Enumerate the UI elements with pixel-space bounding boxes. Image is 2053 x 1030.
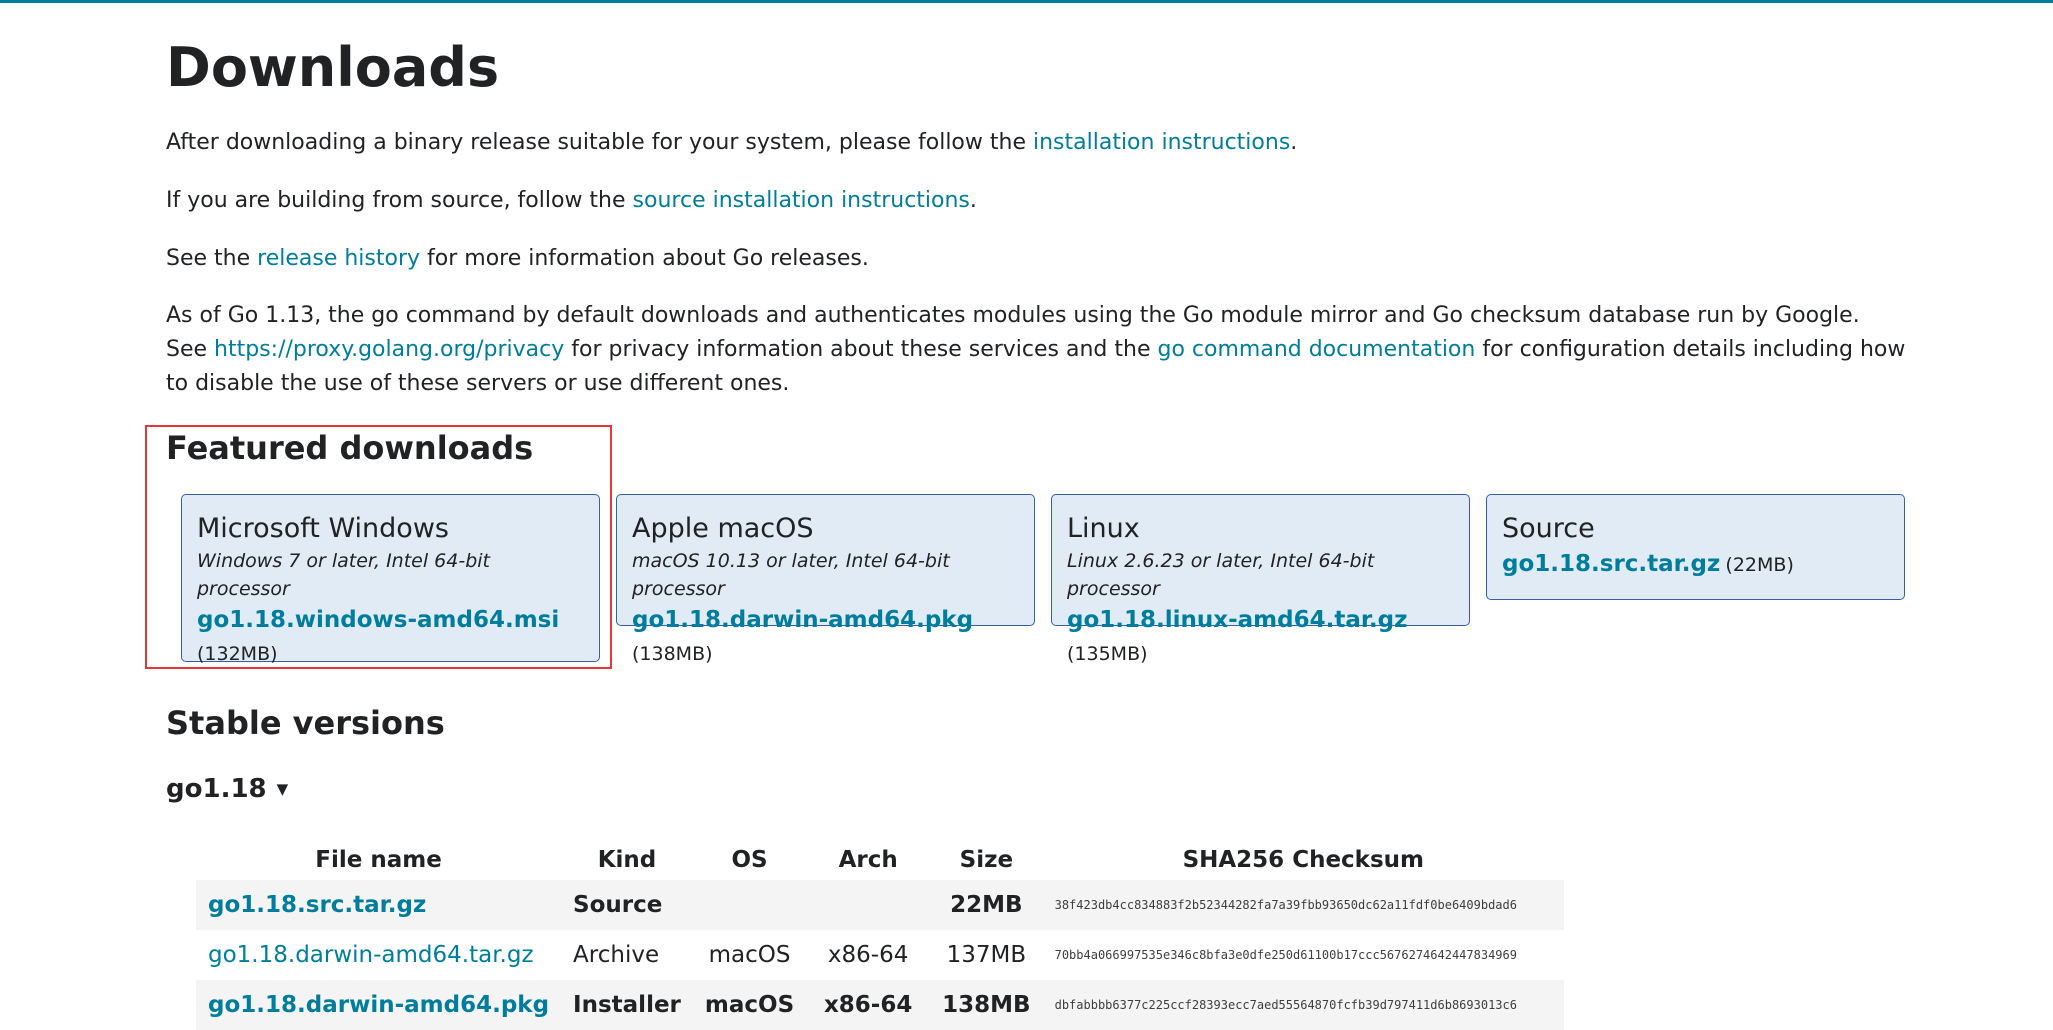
column-header-os: OS — [731, 847, 768, 873]
table-row: go1.18.darwin-amd64.tar.gz Archive macOS… — [196, 930, 1564, 980]
size-cell: 22MB — [930, 880, 1043, 930]
downloads-table: File name Kind OS Arch Size SHA256 Check… — [196, 840, 1564, 1030]
file-name-cell: go1.18.darwin-amd64.pkg — [196, 980, 562, 1030]
featured-windows-highlight-box — [145, 425, 612, 669]
page-title: Downloads — [166, 36, 500, 99]
file-link[interactable]: go1.18.darwin-amd64.pkg — [208, 992, 549, 1018]
file-link[interactable]: go1.18.src.tar.gz — [208, 892, 426, 918]
column-header-size: Size — [959, 847, 1014, 873]
checksum-cell: 38f423db4cc834883f2b52344282fa7a39fbb936… — [1042, 880, 1564, 930]
card-file-link[interactable]: go1.18.darwin-amd64.pkg — [632, 607, 973, 633]
release-history-link[interactable]: release history — [257, 246, 420, 271]
caret-down-icon: ▼ — [276, 780, 289, 798]
card-os-name: Source — [1502, 513, 1595, 544]
source-installation-instructions-link[interactable]: source installation instructions — [633, 188, 970, 213]
intro-paragraph-history: See the release history for more informa… — [166, 246, 869, 271]
arch-cell: x86-64 — [827, 942, 909, 968]
column-header-checksum: SHA256 Checksum — [1182, 847, 1425, 873]
top-accent-bar — [0, 0, 2053, 3]
kind-cell: Archive — [573, 942, 660, 968]
card-file-size: (138MB) — [632, 643, 713, 665]
table-row: go1.18.darwin-amd64.pkg Installer macOS … — [196, 980, 1564, 1030]
file-link[interactable]: go1.18.darwin-amd64.tar.gz — [208, 942, 534, 968]
os-cell: macOS — [708, 942, 791, 968]
checksum-cell: 70bb4a066997535e346c8bfa3e0dfe250d61100b… — [1054, 948, 1517, 962]
version-label: go1.18 — [166, 774, 267, 804]
featured-card-macos[interactable]: Apple macOS macOS 10.13 or later, Intel … — [616, 494, 1035, 665]
go-command-documentation-link[interactable]: go command documentation — [1158, 337, 1476, 362]
column-header-kind: Kind — [597, 847, 657, 873]
table-header-row: File name Kind OS Arch Size SHA256 Check… — [196, 840, 1564, 880]
module-mirror-paragraph: As of Go 1.13, the go command by default… — [166, 303, 1906, 396]
intro-paragraph-install: After downloading a binary release suita… — [166, 130, 1298, 155]
card-file-size: (135MB) — [1067, 643, 1148, 665]
arch-cell — [806, 880, 931, 930]
column-header-file-name: File name — [315, 847, 442, 873]
size-cell: 138MB — [930, 980, 1043, 1030]
os-cell — [692, 880, 807, 930]
card-file-link[interactable]: go1.18.src.tar.gz — [1502, 551, 1720, 577]
featured-card-source[interactable]: Source go1.18.src.tar.gz (22MB) — [1486, 494, 1905, 600]
card-file-link[interactable]: go1.18.linux-amd64.tar.gz — [1067, 607, 1408, 633]
card-requirements: macOS 10.13 or later, Intel 64-bit proce… — [632, 550, 950, 600]
kind-cell: Installer — [561, 980, 693, 1030]
stable-versions-heading: Stable versions — [166, 704, 445, 742]
size-cell: 137MB — [946, 942, 1027, 968]
proxy-privacy-link[interactable]: https://proxy.golang.org/privacy — [214, 337, 564, 362]
table-row: go1.18.src.tar.gz Source 22MB 38f423db4c… — [196, 880, 1564, 930]
checksum-cell: dbfabbbb6377c225ccf28393ecc7aed55564870f… — [1042, 980, 1564, 1030]
featured-card-linux[interactable]: Linux Linux 2.6.23 or later, Intel 64-bi… — [1051, 494, 1470, 665]
version-toggle[interactable]: go1.18 ▼ — [166, 774, 288, 804]
arch-cell: x86-64 — [806, 980, 931, 1030]
installation-instructions-link[interactable]: installation instructions — [1033, 130, 1290, 155]
file-name-cell: go1.18.src.tar.gz — [196, 880, 562, 930]
column-header-arch: Arch — [838, 847, 898, 873]
intro-paragraph-source: If you are building from source, follow … — [166, 188, 977, 213]
os-cell: macOS — [692, 980, 807, 1030]
card-os-name: Apple macOS — [632, 513, 814, 544]
file-name-cell: go1.18.darwin-amd64.tar.gz — [196, 930, 561, 980]
card-file-size: (22MB) — [1725, 554, 1794, 576]
card-os-name: Linux — [1067, 513, 1140, 544]
kind-cell: Source — [561, 880, 693, 930]
card-requirements: Linux 2.6.23 or later, Intel 64-bit proc… — [1067, 550, 1375, 600]
